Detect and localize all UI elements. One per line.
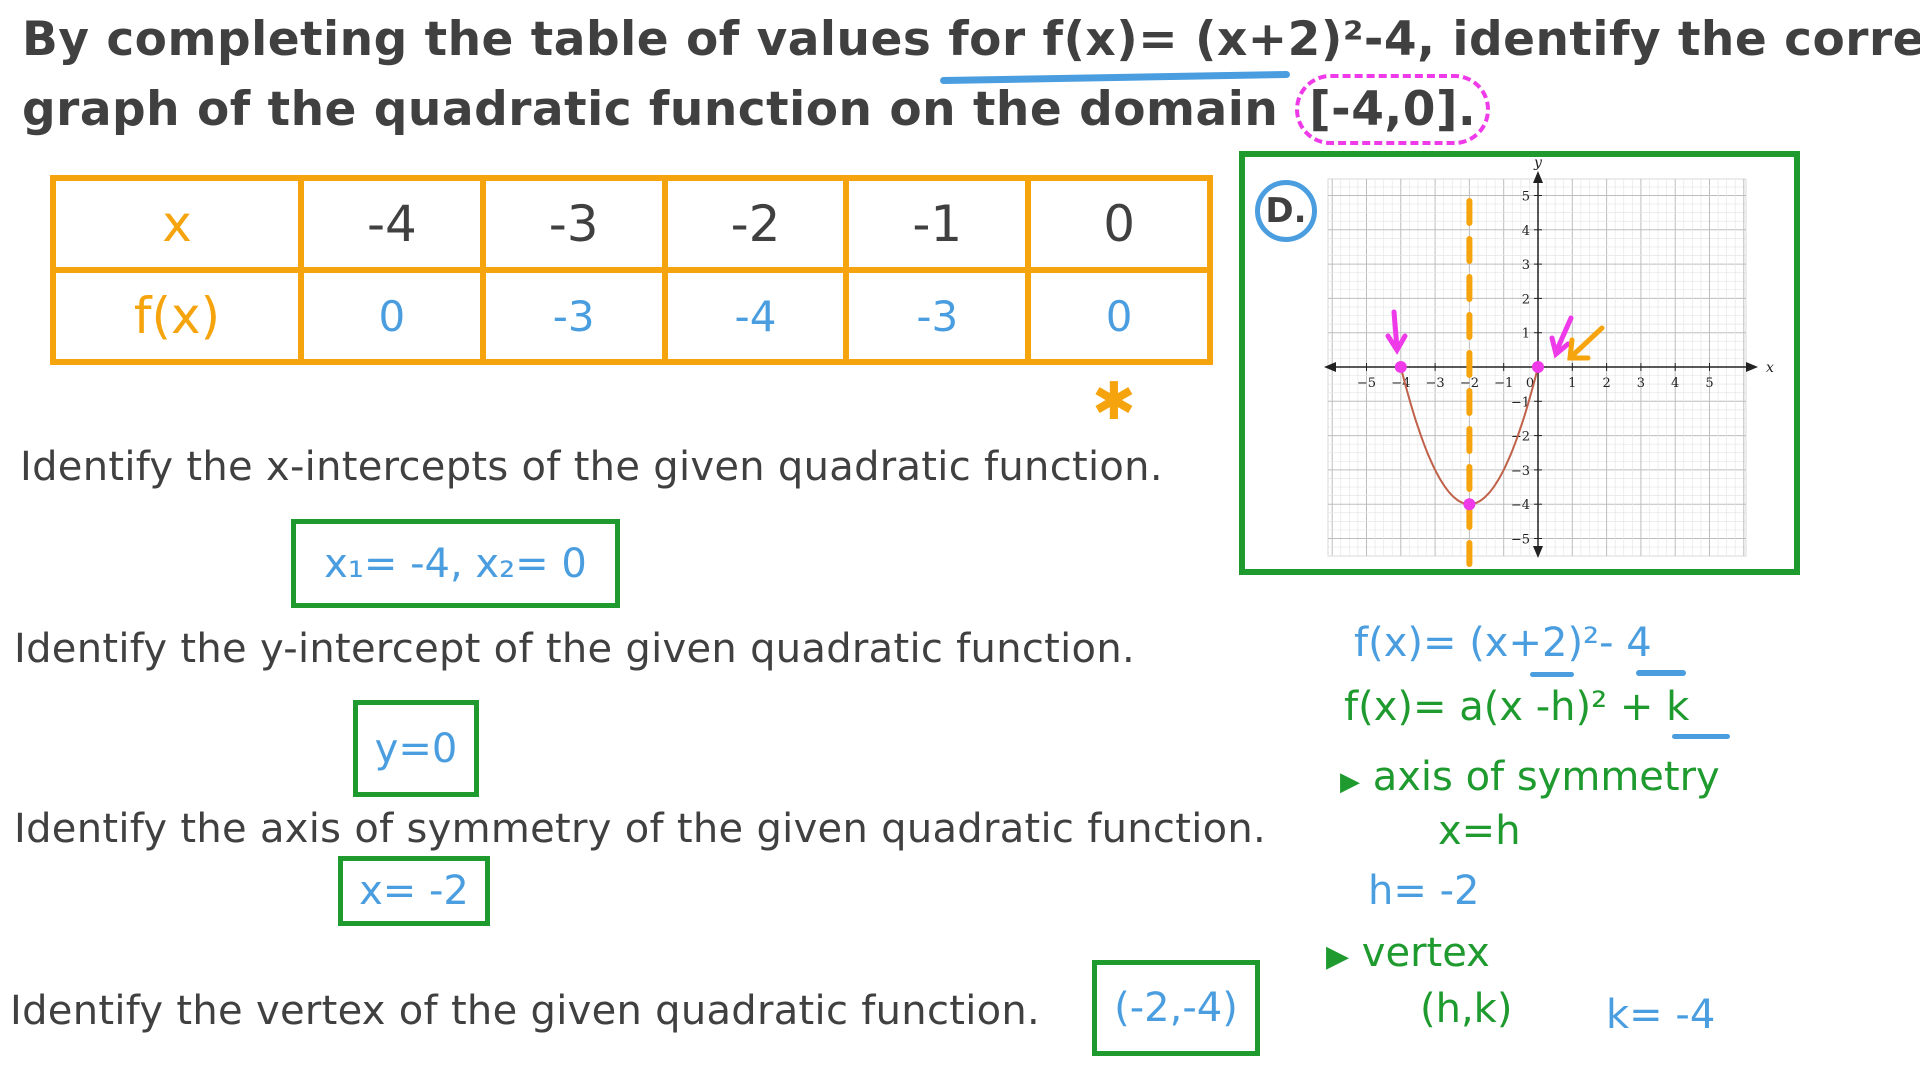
note-h-value: h= -2	[1368, 868, 1480, 914]
graph-choice-box	[1239, 151, 1800, 575]
note-underline-k	[1636, 670, 1686, 676]
choice-badge: D.	[1255, 180, 1317, 242]
answer-y-intercept-text: y=0	[374, 725, 458, 772]
prompt-x-intercepts: Identify the x-intercepts of the given q…	[20, 444, 1163, 490]
note-axis-heading: ▶ axis of symmetry	[1340, 754, 1720, 800]
table-cell: 0	[298, 267, 486, 365]
domain-highlight: [-4,0].	[1295, 74, 1491, 145]
prompt-axis-of-symmetry: Identify the axis of symmetry of the giv…	[14, 806, 1267, 852]
question-prefix: By completing the table of values for	[22, 12, 1026, 67]
table-row-x: x -4 -3 -2 -1 0	[50, 175, 1213, 273]
note-k-value: k= -4	[1606, 992, 1716, 1038]
table-cell: -2	[661, 175, 850, 273]
table-cell: -4	[661, 267, 850, 365]
table-cell: -1	[843, 175, 1032, 273]
star-icon: ✱	[1092, 372, 1136, 432]
table-cell: -3	[479, 267, 668, 365]
note-given-function: f(x)= (x+2)²- 4	[1354, 620, 1652, 666]
question-function: f(x)= (x+2)²-4	[1042, 12, 1418, 67]
note-underline-k-form	[1672, 734, 1730, 739]
question-line-1: By completing the table of values for f(…	[22, 12, 1920, 67]
answer-x-intercepts-text: x₁= -4, x₂= 0	[324, 540, 587, 587]
bullet-triangle-icon: ▶	[1340, 767, 1360, 797]
answer-vertex-text: (-2,-4)	[1114, 985, 1238, 1031]
table-header-fx: f(x)	[50, 267, 304, 365]
note-vertex-form: f(x)= a(x -h)² + k	[1344, 684, 1689, 730]
table-cell: -3	[843, 267, 1032, 365]
answer-x-intercepts: x₁= -4, x₂= 0	[291, 519, 620, 608]
table-cell: -4	[298, 175, 486, 273]
note-given-text: f(x)= (x+2)²- 4	[1354, 620, 1652, 666]
table-cell: -3	[479, 175, 668, 273]
prompt-y-intercept: Identify the y-intercept of the given qu…	[14, 626, 1135, 672]
question-suffix: , identify the correct	[1417, 12, 1920, 67]
note-vertex-form-text: f(x)= a(x -h)² + k	[1344, 684, 1690, 730]
note-vertex-heading: ▶ vertex	[1326, 930, 1490, 976]
table-cell: 0	[1025, 175, 1213, 273]
note-vertex-formula: (h,k)	[1420, 986, 1513, 1032]
domain-value: [-4,0].	[1309, 82, 1477, 137]
table-row-fx: f(x) 0 -3 -4 -3 0	[50, 267, 1213, 365]
choice-label: D.	[1265, 191, 1307, 231]
answer-axis-of-symmetry: x= -2	[338, 856, 490, 926]
answer-vertex: (-2,-4)	[1092, 960, 1260, 1056]
question-line-2: graph of the quadratic function on the d…	[22, 74, 1491, 145]
table-cell: 0	[1025, 267, 1213, 365]
note-axis-heading-text: axis of symmetry	[1372, 754, 1720, 800]
bullet-triangle-icon: ▶	[1326, 939, 1350, 974]
prompt-vertex: Identify the vertex of the given quadrat…	[10, 988, 1041, 1034]
values-table: x -4 -3 -2 -1 0 f(x) 0 -3 -4 -3 0	[50, 175, 1213, 365]
note-underline-h	[1530, 672, 1574, 677]
answer-axis-text: x= -2	[359, 868, 469, 914]
note-vertex-heading-text: vertex	[1361, 930, 1490, 976]
question-line2-text: graph of the quadratic function on the d…	[22, 82, 1279, 137]
note-axis-formula: x=h	[1438, 808, 1521, 854]
table-header-x: x	[50, 175, 304, 273]
answer-y-intercept: y=0	[353, 700, 479, 797]
